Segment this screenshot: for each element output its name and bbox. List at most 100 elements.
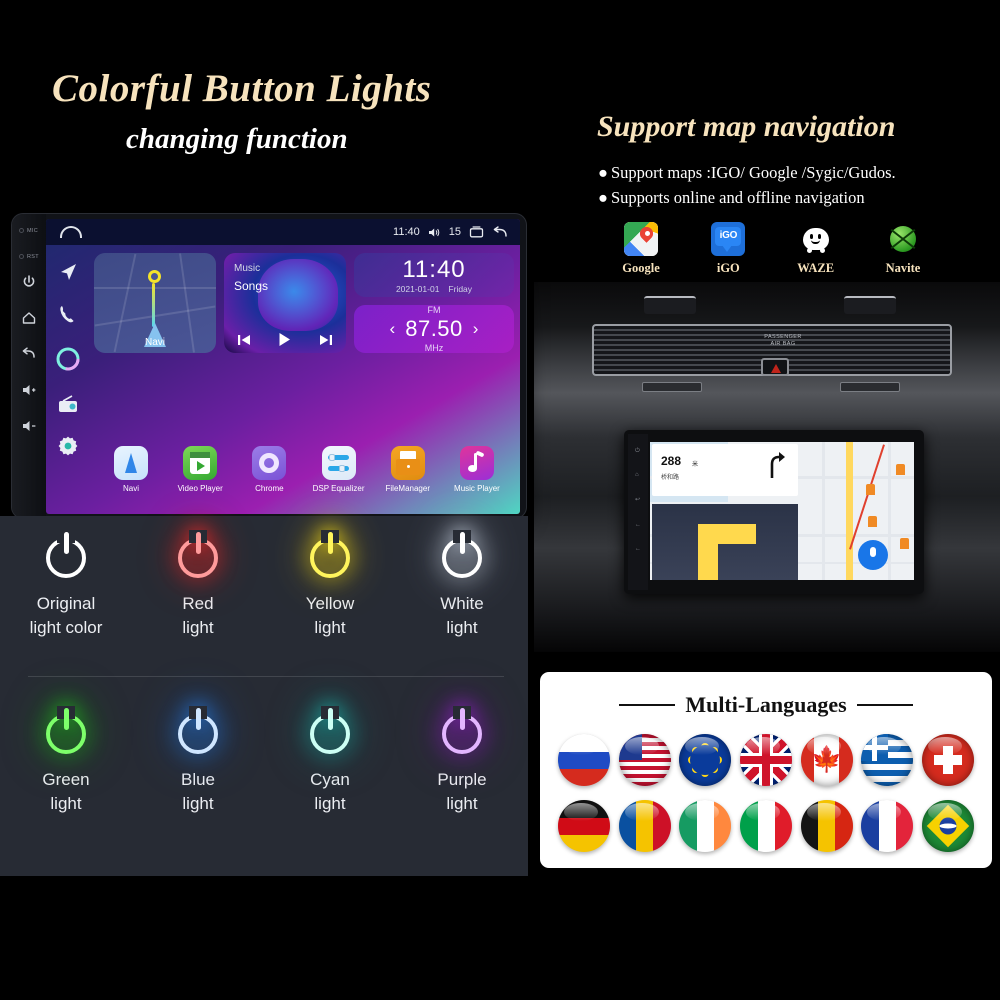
dock-app-dsp-equalizer[interactable]: DSP Equalizer <box>308 446 370 493</box>
clock-weekday: Friday <box>448 283 473 294</box>
turn-instruction-card: 288 米 桥和路 <box>652 444 798 496</box>
microphone-icon[interactable] <box>858 540 888 570</box>
radio-next-button[interactable]: › <box>473 319 479 339</box>
phone-icon[interactable] <box>57 303 79 325</box>
power-button-icon <box>174 530 222 578</box>
light-option-red[interactable]: Red light <box>132 530 264 640</box>
nav-app-igo: iGO iGO <box>699 222 757 276</box>
dock-app-video-player[interactable]: Video Player <box>169 446 231 493</box>
settings-gear-icon[interactable] <box>57 435 79 457</box>
dock-app-filemanager[interactable]: FileManager <box>377 446 439 493</box>
map-pin-icon <box>148 270 161 283</box>
flag-european-union <box>679 734 732 786</box>
navi-widget[interactable]: Navi <box>94 253 216 353</box>
waze-icon <box>798 222 833 256</box>
route-line <box>152 283 155 327</box>
screen-sidebar <box>46 245 90 514</box>
vent-knob-left <box>644 296 696 314</box>
dock-app-navi[interactable]: Navi <box>100 446 162 493</box>
radio-band: FM <box>427 305 441 315</box>
hazard-triangle-icon[interactable] <box>761 358 789 376</box>
turn-distance: 288 <box>661 454 682 468</box>
dock-app-music-player[interactable]: Music Player <box>446 446 508 493</box>
home-icon[interactable] <box>60 226 82 238</box>
light-option-label: Red <box>182 594 214 613</box>
previous-track-icon[interactable] <box>237 334 251 346</box>
vent-slider-left[interactable] <box>642 382 702 392</box>
status-time: 11:40 <box>393 226 420 238</box>
mic-label: MIC <box>27 228 38 234</box>
navigation-arrow-icon[interactable] <box>57 261 79 283</box>
voice-circle-icon[interactable] <box>54 345 82 373</box>
light-option-label: Cyan <box>310 770 350 789</box>
light-option-purple[interactable]: Purple light <box>396 706 528 816</box>
light-option-label2: light <box>182 794 214 813</box>
play-icon[interactable] <box>277 332 292 347</box>
light-option-blue[interactable]: Blue light <box>132 706 264 816</box>
power-icon[interactable] <box>21 274 37 290</box>
bullet-dot-icon: ● <box>598 163 608 182</box>
power-button-icon <box>42 530 90 578</box>
flag-greece <box>861 734 914 786</box>
light-option-cyan[interactable]: Cyan light <box>264 706 396 816</box>
clock-widget[interactable]: 11:40 2021-01-01 Friday <box>354 253 514 297</box>
light-option-green[interactable]: Green light <box>0 706 132 816</box>
power-icon[interactable]: ⏻ <box>635 448 642 455</box>
multi-language-card: Multi-Languages <box>540 672 992 868</box>
light-option-label: Green <box>42 770 90 789</box>
radio-icon[interactable] <box>57 393 79 415</box>
installed-head-unit: ⏻ ⌂ ↩ ← ← 288 米 桥和路 <box>624 430 924 594</box>
bullet-text: Supports online and offline navigation <box>611 188 865 207</box>
light-option-label2: light <box>446 794 478 813</box>
head-unit-left-bezel: MIC RST <box>12 214 46 518</box>
igo-icon: iGO <box>711 222 746 256</box>
power-button-icon <box>42 706 90 754</box>
flag-switzerland <box>921 734 974 786</box>
flag-germany <box>558 800 610 852</box>
dsp-equalizer-app-icon <box>321 446 356 480</box>
nav-app-navite: Navite <box>874 222 932 276</box>
navigation-map-screen[interactable]: 288 米 桥和路 <box>650 442 914 580</box>
home-icon[interactable] <box>21 310 37 326</box>
back-icon[interactable] <box>21 346 37 362</box>
radio-widget[interactable]: FM ‹ 87.50 › MHz <box>354 305 514 353</box>
radio-prev-button[interactable]: ‹ <box>390 319 396 339</box>
dock-label: Navi <box>122 484 139 493</box>
recents-icon[interactable] <box>469 226 484 238</box>
back-icon[interactable]: ↩ <box>635 496 642 503</box>
passenger-airbag-label: PASSENGER AIR BAG <box>764 334 802 347</box>
bullet-text: Support maps :IGO/ Google /Sygic/Gudos. <box>611 163 896 182</box>
home-icon[interactable]: ⌂ <box>635 472 642 479</box>
light-option-original[interactable]: Original light color <box>0 530 132 640</box>
volume-up-icon[interactable]: ← <box>635 522 642 529</box>
volume-down-icon[interactable]: ← <box>635 546 642 553</box>
light-option-label2: light <box>182 618 214 637</box>
volume-up-icon[interactable] <box>21 382 37 398</box>
nav-app-label: Google <box>622 261 660 275</box>
dock-label: DSP Equalizer <box>312 484 365 493</box>
nav-app-waze: WAZE <box>787 222 845 276</box>
light-option-white[interactable]: White light <box>396 530 528 640</box>
dock-app-chrome[interactable]: Chrome <box>238 446 300 493</box>
volume-down-icon[interactable] <box>21 418 37 434</box>
back-icon[interactable] <box>492 226 508 238</box>
vent-slider-right[interactable] <box>840 382 900 392</box>
light-option-label2: light <box>50 794 82 813</box>
music-widget[interactable]: Music Songs <box>224 253 346 353</box>
next-track-icon[interactable] <box>319 334 333 346</box>
power-button-icon <box>306 530 354 578</box>
power-button-icon <box>438 530 486 578</box>
multi-language-title: Multi-Languages <box>685 692 847 717</box>
chrome-app-icon <box>252 446 287 480</box>
power-button-icon <box>438 706 486 754</box>
reset-hole-icon[interactable] <box>19 254 24 259</box>
list-item: ● Supports online and offline navigation <box>598 185 998 210</box>
light-option-label: Blue <box>180 770 216 789</box>
music-widget-subtitle: Songs <box>234 279 269 293</box>
head-unit-screen[interactable]: 11:40 15 Navi Music Songs 11:40 2021-01-… <box>46 219 520 514</box>
album-art <box>258 259 338 331</box>
page-subtitle-left: changing function <box>126 123 348 155</box>
volume-icon[interactable] <box>428 227 441 238</box>
light-option-yellow[interactable]: Yellow light <box>264 530 396 640</box>
rule-right <box>856 703 913 707</box>
